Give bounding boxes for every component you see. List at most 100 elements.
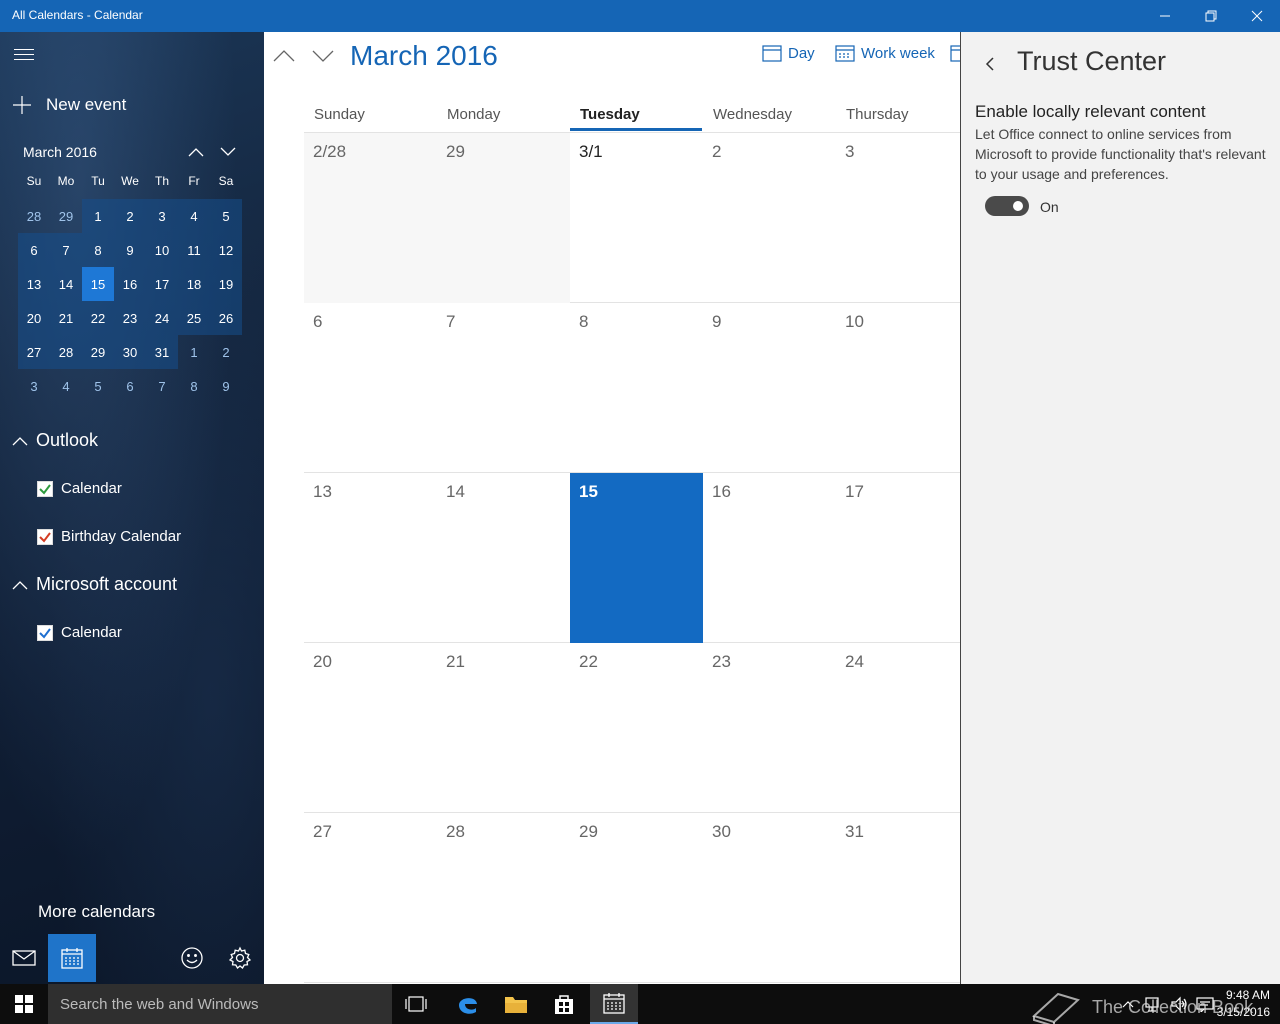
hamburger-menu-icon[interactable]	[14, 46, 34, 62]
mini-calendar-day[interactable]: 13	[18, 267, 50, 301]
day-cell[interactable]: 29	[570, 813, 703, 983]
restore-button[interactable]	[1188, 0, 1234, 32]
mini-calendar-day[interactable]: 1	[178, 335, 210, 369]
day-cell[interactable]: 30	[703, 813, 836, 983]
mini-calendar-day[interactable]: 9	[210, 369, 242, 403]
mini-calendar-day[interactable]: 21	[50, 301, 82, 335]
day-cell[interactable]: 9	[703, 303, 836, 473]
mini-calendar-day[interactable]: 4	[178, 199, 210, 233]
taskbar-clock[interactable]: 9:48 AM 3/15/2016	[1217, 987, 1270, 1021]
settings-button[interactable]	[216, 934, 264, 982]
mini-calendar-day[interactable]: 5	[82, 369, 114, 403]
task-view-button[interactable]	[392, 984, 440, 1024]
store-button[interactable]	[540, 984, 588, 1024]
previous-month-button[interactable]	[269, 46, 299, 66]
mini-calendar-day[interactable]: 6	[18, 233, 50, 267]
mini-calendar-day[interactable]: 29	[50, 199, 82, 233]
start-button[interactable]	[0, 984, 48, 1024]
day-cell[interactable]: 10	[836, 303, 960, 473]
day-cell[interactable]: 14	[437, 473, 570, 643]
calendar-toggle-birthday-calendar[interactable]: Birthday Calendar	[37, 528, 181, 545]
day-cell[interactable]: 7	[437, 303, 570, 473]
mini-calendar-day[interactable]: 25	[178, 301, 210, 335]
mini-calendar-day[interactable]: 7	[50, 233, 82, 267]
calendar-toggle-microsoft-calendar[interactable]: Calendar	[37, 624, 122, 641]
mini-calendar-day[interactable]: 27	[18, 335, 50, 369]
action-center-icon[interactable]	[1196, 996, 1214, 1012]
day-cell[interactable]: 6	[304, 303, 437, 473]
work-week-view-button[interactable]: Work week	[835, 44, 935, 62]
mini-calendar-day[interactable]: 10	[146, 233, 178, 267]
day-cell[interactable]: 28	[437, 813, 570, 983]
chevron-up-icon[interactable]	[1122, 1000, 1134, 1008]
day-cell[interactable]: 15	[570, 473, 703, 643]
mini-calendar-day[interactable]: 3	[18, 369, 50, 403]
mini-calendar-day[interactable]: 3	[146, 199, 178, 233]
mini-calendar-day[interactable]: 2	[210, 335, 242, 369]
mini-calendar-day[interactable]: 23	[114, 301, 146, 335]
mini-calendar-day[interactable]: 4	[50, 369, 82, 403]
calendar-taskbar-button[interactable]	[590, 984, 638, 1024]
minimize-button[interactable]	[1142, 0, 1188, 32]
more-calendars-link[interactable]: More calendars	[38, 902, 155, 922]
mini-calendar-day[interactable]: 7	[146, 369, 178, 403]
mini-calendar-day[interactable]: 2	[114, 199, 146, 233]
mini-calendar-day[interactable]: 1	[82, 199, 114, 233]
mini-calendar-day[interactable]: 22	[82, 301, 114, 335]
group-outlook[interactable]: Outlook	[12, 430, 98, 451]
checkbox[interactable]	[37, 624, 53, 641]
mini-calendar-day[interactable]: 16	[114, 267, 146, 301]
volume-icon[interactable]	[1170, 996, 1188, 1012]
mini-calendar-day[interactable]: 5	[210, 199, 242, 233]
feedback-button[interactable]	[168, 934, 216, 982]
mini-calendar-day[interactable]: 9	[114, 233, 146, 267]
day-cell[interactable]: 2	[703, 133, 836, 303]
relevant-content-toggle[interactable]	[985, 196, 1029, 216]
day-cell[interactable]: 8	[570, 303, 703, 473]
calendar-app-button[interactable]	[48, 934, 96, 982]
checkbox[interactable]	[37, 528, 53, 545]
mini-calendar-day[interactable]: 11	[178, 233, 210, 267]
mini-calendar-day[interactable]: 28	[18, 199, 50, 233]
network-icon[interactable]	[1144, 996, 1162, 1012]
mail-app-button[interactable]	[0, 934, 48, 982]
next-month-button[interactable]	[308, 46, 338, 66]
close-button[interactable]	[1234, 0, 1280, 32]
mini-calendar-day[interactable]: 8	[178, 369, 210, 403]
day-cell[interactable]: 27	[304, 813, 437, 983]
day-cell[interactable]: 2/28	[304, 133, 437, 303]
day-cell[interactable]: 29	[437, 133, 570, 303]
calendar-toggle-outlook-calendar[interactable]: Calendar	[37, 480, 122, 497]
mini-calendar-day[interactable]: 17	[146, 267, 178, 301]
file-explorer-button[interactable]	[492, 984, 540, 1024]
day-cell[interactable]: 31	[836, 813, 960, 983]
mini-calendar-day[interactable]: 31	[146, 335, 178, 369]
day-view-button[interactable]: Day	[762, 44, 815, 62]
taskbar-search-box[interactable]: Search the web and Windows	[48, 984, 392, 1024]
mini-calendar-day[interactable]: 18	[178, 267, 210, 301]
mini-calendar-day[interactable]: 8	[82, 233, 114, 267]
group-microsoft-account[interactable]: Microsoft account	[12, 574, 177, 595]
day-cell[interactable]: 16	[703, 473, 836, 643]
mini-calendar-day[interactable]: 26	[210, 301, 242, 335]
mini-prev-month-button[interactable]	[186, 144, 206, 160]
mini-next-month-button[interactable]	[218, 144, 238, 160]
mini-calendar-day[interactable]: 29	[82, 335, 114, 369]
day-cell[interactable]: 21	[437, 643, 570, 813]
day-cell[interactable]: 13	[304, 473, 437, 643]
day-cell[interactable]: 23	[703, 643, 836, 813]
day-cell[interactable]: 20	[304, 643, 437, 813]
day-cell[interactable]: 3/1	[570, 133, 703, 303]
day-cell[interactable]: 17	[836, 473, 960, 643]
back-button[interactable]	[983, 54, 997, 74]
edge-browser-button[interactable]	[444, 984, 492, 1024]
mini-calendar-day[interactable]: 15	[82, 267, 114, 301]
day-cell[interactable]: 22	[570, 643, 703, 813]
mini-calendar-day[interactable]: 20	[18, 301, 50, 335]
mini-calendar-day[interactable]: 12	[210, 233, 242, 267]
mini-calendar-day[interactable]: 19	[210, 267, 242, 301]
new-event-button[interactable]: New event	[12, 92, 126, 118]
mini-calendar-day[interactable]: 6	[114, 369, 146, 403]
week-view-button-partial[interactable]	[950, 44, 960, 62]
day-cell[interactable]: 3	[836, 133, 960, 303]
